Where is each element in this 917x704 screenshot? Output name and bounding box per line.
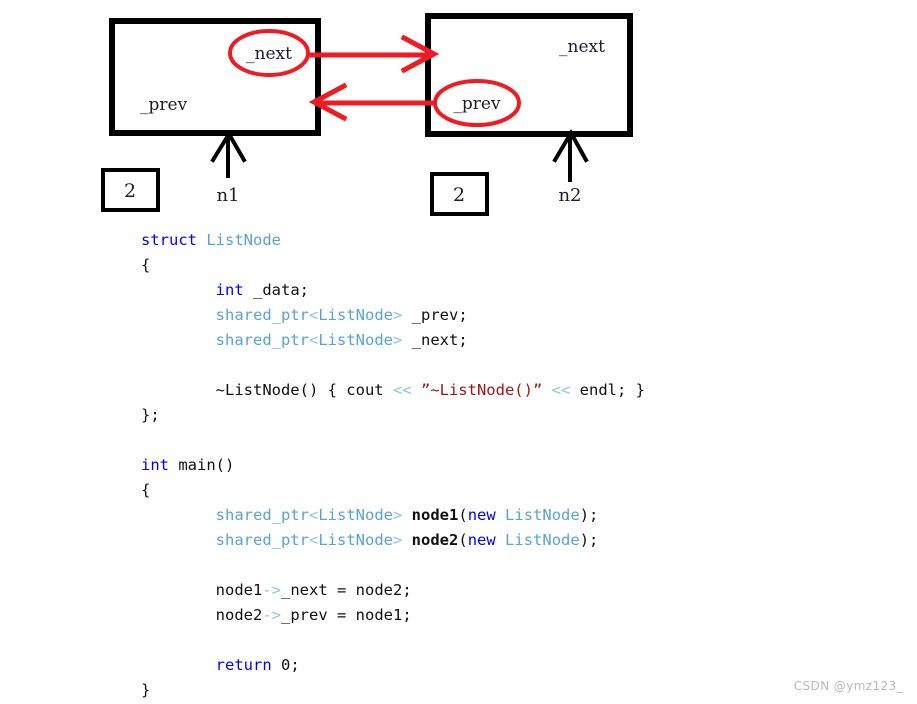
code-line: ~ListNode() { cout << ”~ListNode()” << e… (0, 378, 917, 403)
n1-pointer-arrow (210, 130, 247, 178)
code-token: shared_ptr (215, 506, 309, 524)
code-token: < (308, 331, 319, 349)
code-token: ); (579, 506, 599, 524)
code-token: ListNode (505, 506, 580, 524)
code-line: shared_ptr<ListNode> node2(new ListNode)… (0, 528, 917, 553)
code-token: ListNode (505, 531, 580, 549)
csdn-watermark: CSDN @ymz123_ (793, 679, 903, 693)
code-token: endl; } (570, 381, 645, 399)
code-token: { (141, 256, 151, 274)
code-token: return (215, 656, 272, 674)
code-token: -> (262, 581, 281, 599)
code-token: < (308, 506, 319, 524)
code-token: > (392, 531, 403, 549)
code-line: }; (0, 403, 917, 428)
code-token: 0; (271, 656, 300, 674)
code-token: _data; (243, 281, 309, 299)
code-token: ~ListNode() { cout (141, 381, 393, 399)
code-token: shared_ptr (215, 331, 309, 349)
code-token: ”~ListNode()” (420, 381, 543, 399)
code-token: ( (458, 506, 468, 524)
code-line: shared_ptr<ListNode> _next; (0, 328, 917, 353)
code-token: struct (141, 231, 207, 249)
n2-pointer-arrow (552, 128, 589, 182)
node2-prev-label: _prev (453, 94, 501, 114)
node1-prev-label: _prev (140, 95, 188, 115)
code-line: return 0; (0, 653, 917, 678)
code-token: node1 (411, 506, 459, 524)
code-line: node1->_next = node2; (0, 578, 917, 603)
code-token: _prev = node1; (281, 606, 412, 624)
node2-box (425, 13, 633, 137)
code-listing: struct ListNode{ int _data; shared_ptr<L… (0, 228, 917, 703)
code-token: node1 (141, 581, 263, 599)
n1-pointer-label: n1 (216, 185, 239, 206)
code-line: node2->_prev = node1; (0, 603, 917, 628)
node1-refcount-value: 2 (124, 180, 136, 202)
node1-next-label: _next (246, 44, 292, 64)
code-line: struct ListNode (0, 228, 917, 253)
code-token: << (551, 381, 571, 399)
code-token: > (392, 506, 403, 524)
code-token: node2 (411, 531, 459, 549)
code-token: shared_ptr (215, 531, 309, 549)
node2-next-label: _next (559, 37, 605, 57)
code-token: > (392, 306, 403, 324)
code-line: { (0, 478, 917, 503)
n2-pointer-label: n2 (558, 185, 581, 206)
code-token: > (392, 331, 403, 349)
code-line: int _data; (0, 278, 917, 303)
code-line: { (0, 253, 917, 278)
code-line: int main() (0, 453, 917, 478)
node1-box (109, 18, 321, 136)
code-token: ListNode (206, 231, 281, 249)
node2-refcount-value: 2 (453, 184, 465, 206)
code-token: ); (579, 531, 599, 549)
linked-list-diagram: _prev _next _next _prev n1 n2 2 2 (0, 0, 917, 225)
code-token: _next; (402, 331, 468, 349)
code-token: ListNode (318, 506, 393, 524)
code-token: _next = node2; (281, 581, 412, 599)
code-token: ListNode (318, 306, 393, 324)
code-token: << (392, 381, 412, 399)
code-token: _prev; (402, 306, 468, 324)
code-token: int (141, 456, 169, 474)
code-token: ( (458, 531, 468, 549)
code-token: ListNode (318, 531, 393, 549)
next-arrow (308, 34, 440, 74)
code-token: int (215, 281, 244, 299)
code-token: new (467, 506, 496, 524)
code-token: -> (262, 606, 281, 624)
code-token: node2 (141, 606, 263, 624)
code-line: shared_ptr<ListNode> node1(new ListNode)… (0, 503, 917, 528)
code-line: } (0, 678, 917, 703)
code-token: < (308, 531, 319, 549)
code-token: < (308, 306, 319, 324)
code-token: ListNode (318, 331, 393, 349)
code-token: { (141, 481, 151, 499)
code-token: shared_ptr (215, 306, 309, 324)
code-token: }; (141, 406, 160, 424)
code-token: } (141, 681, 151, 699)
prev-arrow (308, 82, 436, 122)
code-token: new (467, 531, 496, 549)
code-token: main() (169, 456, 235, 474)
code-line: shared_ptr<ListNode> _prev; (0, 303, 917, 328)
